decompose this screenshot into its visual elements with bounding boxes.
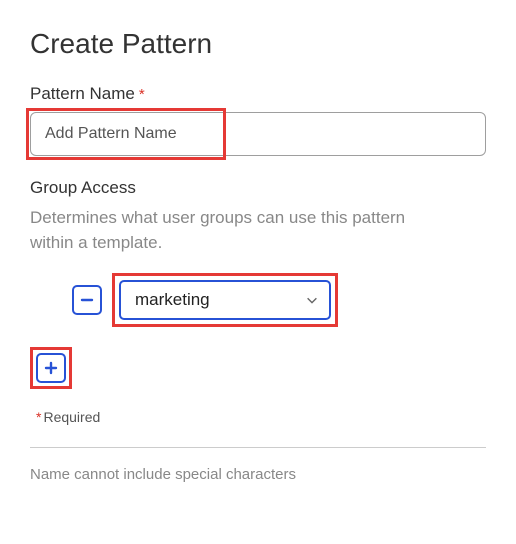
plus-icon [43,360,59,376]
minus-icon [79,292,95,308]
chevron-down-icon [305,293,319,307]
group-select-value: marketing [135,290,210,310]
pattern-name-input[interactable] [30,112,486,156]
remove-group-button[interactable] [72,285,102,315]
highlight-box [30,347,72,389]
page-title: Create Pattern [30,28,486,60]
required-note: *Required [36,409,486,425]
footnote: Name cannot include special characters [30,466,486,483]
pattern-name-label-text: Pattern Name [30,84,135,104]
required-note-star: * [36,409,41,425]
required-note-text: Required [43,409,100,425]
group-access-description: Determines what user groups can use this… [30,206,450,255]
divider [30,447,486,448]
group-access-label-text: Group Access [30,178,136,198]
pattern-name-label: Pattern Name * [30,84,486,104]
highlight-box: marketing [112,273,338,327]
group-access-label: Group Access [30,178,486,198]
group-select[interactable]: marketing [119,280,331,320]
required-asterisk: * [139,86,145,103]
add-group-button[interactable] [36,353,66,383]
